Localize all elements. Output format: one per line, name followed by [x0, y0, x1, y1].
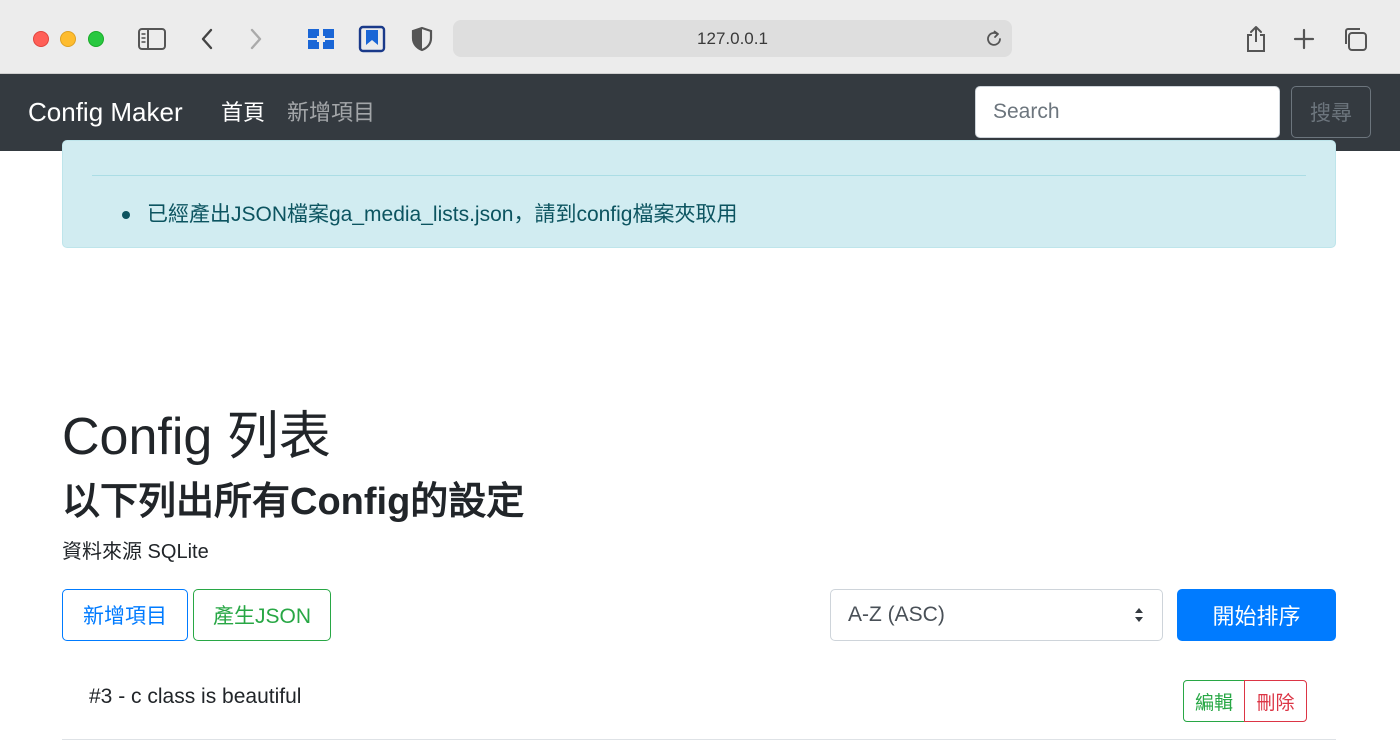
info-alert: 已經產出JSON檔案ga_media_lists.json，請到config檔案… [62, 140, 1336, 248]
zoom-window-button[interactable] [88, 31, 104, 47]
address-bar[interactable]: 127.0.0.1 [453, 20, 1012, 57]
extension-icon[interactable] [306, 24, 336, 54]
minimize-window-button[interactable] [60, 31, 76, 47]
search-button[interactable]: 搜尋 [1291, 86, 1371, 138]
forward-icon[interactable] [241, 24, 271, 54]
sort-selected-value: A-Z (ASC) [848, 603, 945, 626]
address-text: 127.0.0.1 [697, 29, 768, 48]
browser-toolbar: 127.0.0.1 [0, 0, 1400, 74]
page-title: Config 列表 [62, 408, 331, 466]
search-input[interactable] [975, 86, 1280, 138]
sort-select[interactable]: A-Z (ASC) [830, 589, 1163, 641]
reload-icon[interactable] [984, 29, 1004, 49]
page-subtitle: 以下列出所有Config的設定 [62, 481, 525, 523]
tab-overview-icon[interactable] [1340, 24, 1370, 54]
close-window-button[interactable] [33, 31, 49, 47]
item-action-group: 編輯 刪除 [1183, 680, 1307, 722]
share-icon[interactable] [1241, 24, 1271, 54]
alert-message: 已經產出JSON檔案ga_media_lists.json，請到config檔案… [147, 203, 738, 226]
generate-json-button[interactable]: 產生JSON [193, 589, 331, 641]
alert-bullet [122, 211, 130, 219]
new-tab-icon[interactable] [1289, 24, 1319, 54]
back-icon[interactable] [192, 24, 222, 54]
bookmark-icon[interactable] [357, 24, 387, 54]
privacy-shield-icon[interactable] [407, 24, 437, 54]
list-item: #3 - c class is beautiful 編輯 刪除 [62, 660, 1336, 740]
list-item-text: #3 - c class is beautiful [89, 685, 302, 708]
delete-button[interactable]: 刪除 [1244, 680, 1307, 722]
data-source-text: 資料來源 SQLite [62, 541, 209, 563]
sidebar-toggle-icon[interactable] [137, 24, 167, 54]
add-item-button[interactable]: 新增項目 [62, 589, 188, 641]
edit-button[interactable]: 編輯 [1183, 680, 1245, 722]
alert-divider [92, 175, 1306, 176]
start-sort-button[interactable]: 開始排序 [1177, 589, 1336, 641]
select-caret-icon [1135, 608, 1143, 622]
